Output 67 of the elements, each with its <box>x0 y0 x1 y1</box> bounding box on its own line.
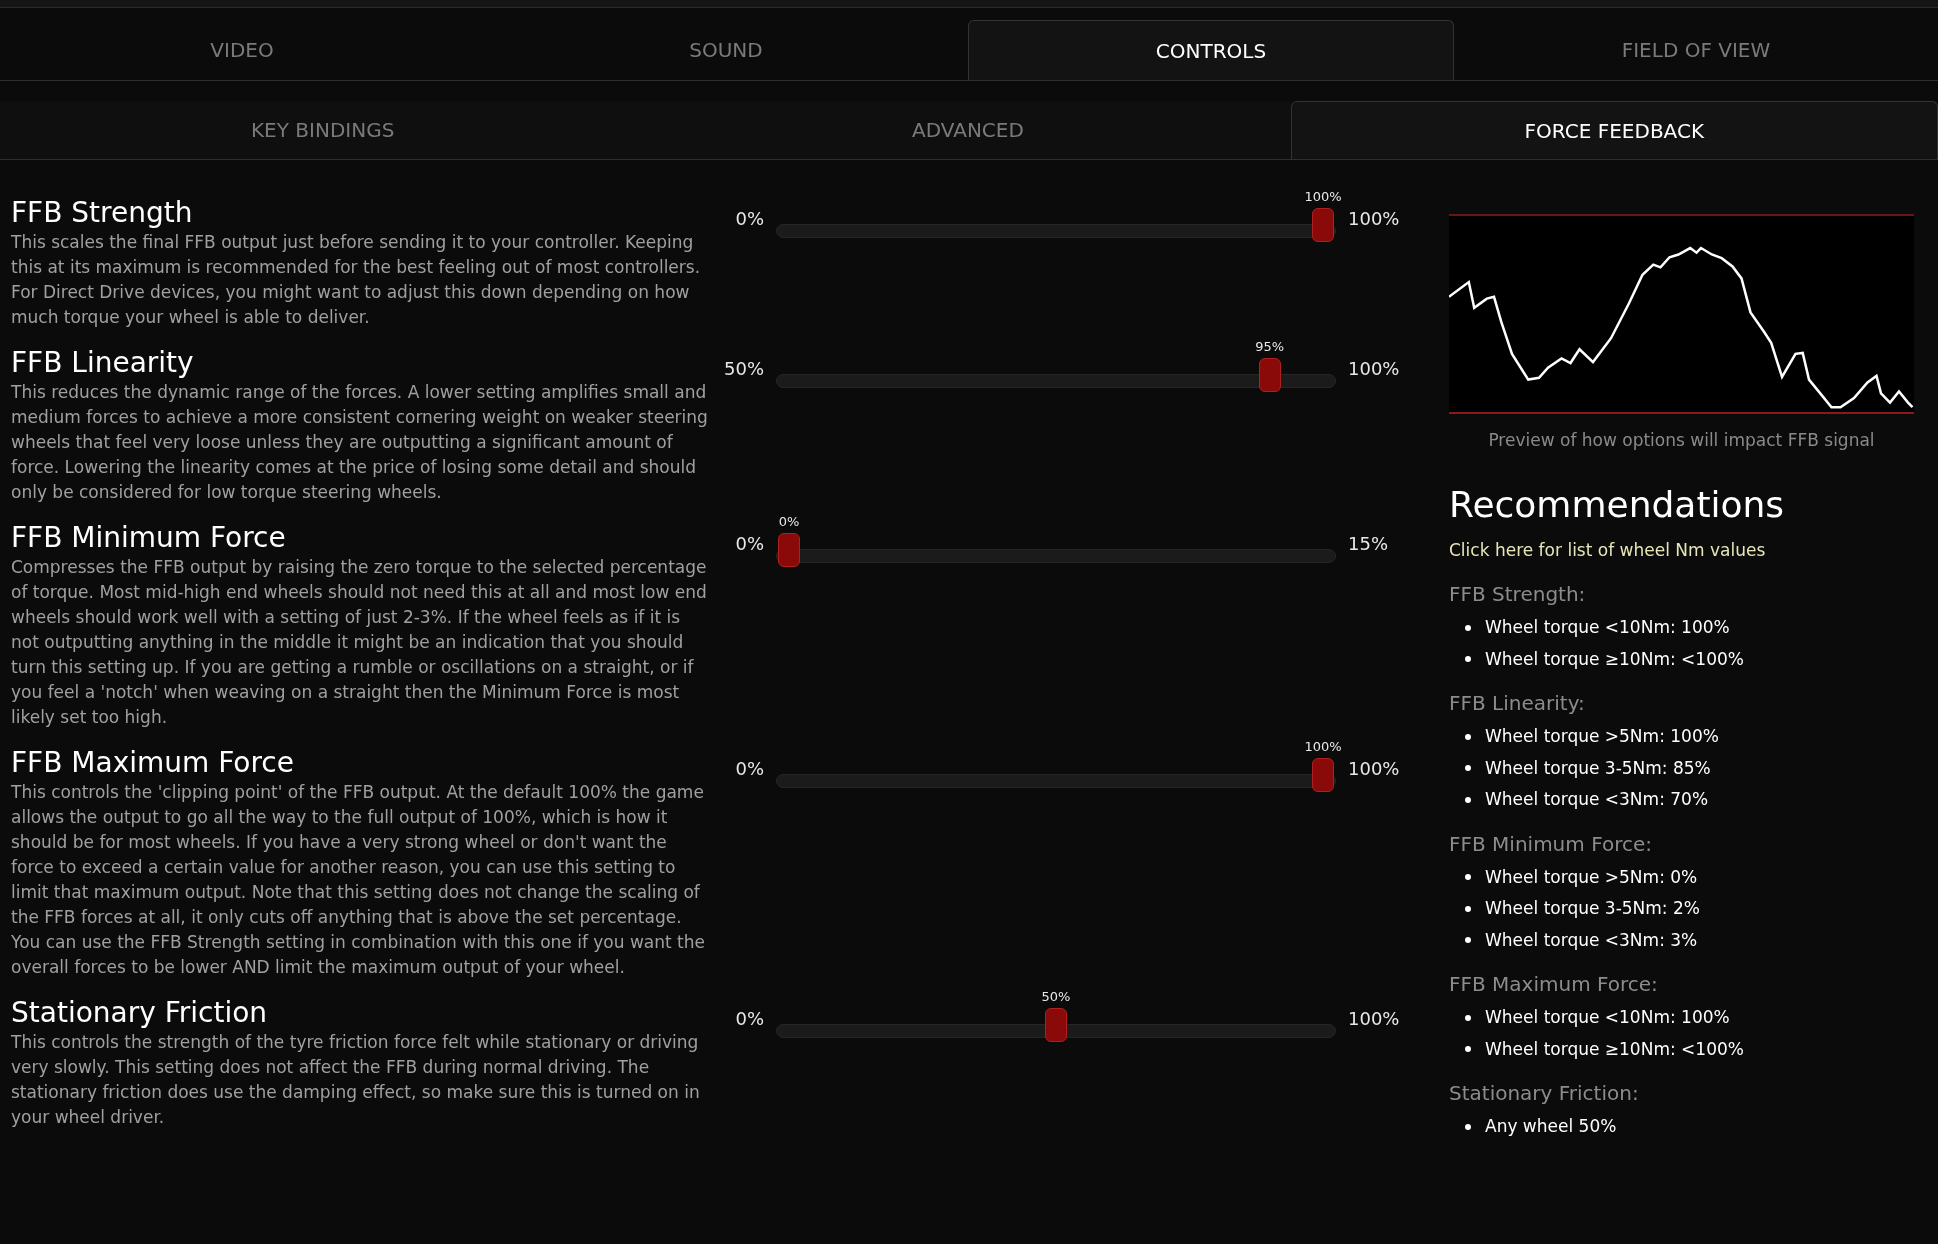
setting-description: This reduces the dynamic range of the forces. A lower setting amplifies small and medium forces to achieve a more consistent cornering weight on weaker steering wheels that feel very loose unless they are outputting a significant amount of force. Lowering the linearity comes at the price of losing some detail and should only be considered for low torque steering wheels. <box>11 381 709 504</box>
setting-title: Stationary Friction <box>11 996 269 1030</box>
recommendations-title: Recommendations <box>1449 482 1786 527</box>
bullet-icon <box>1465 1123 1471 1130</box>
bullet-icon <box>1465 937 1471 944</box>
slider-value: 100% <box>1304 188 1342 206</box>
recommendation-heading: FFB Minimum Force: <box>1449 830 1653 858</box>
slider-thumb[interactable] <box>1312 758 1334 792</box>
recommendation-heading: FFB Linearity: <box>1449 690 1586 717</box>
recommendation-item: Wheel torque <10Nm: 100% <box>1485 1006 1730 1029</box>
recommendation-item: Wheel torque >5Nm: 100% <box>1485 725 1719 748</box>
bullet-icon <box>1465 1014 1471 1021</box>
slider-thumb[interactable] <box>778 533 800 567</box>
bullet-icon <box>1465 624 1471 631</box>
recommendation-item: Wheel torque <3Nm: 70% <box>1485 788 1709 811</box>
sub-tab[interactable]: ADVANCED <box>645 101 1291 159</box>
setting-title: FFB Minimum Force <box>11 521 287 555</box>
slider-max-label: 15% <box>1348 531 1389 556</box>
bullet-icon <box>1465 656 1471 663</box>
bullet-icon <box>1465 874 1471 881</box>
setting-description: This controls the 'clipping point' of the FFB output. At the default 100% the game allows the output to go all the way to the full output of 100%, which is how it should be for most wheels. If you have a very strong wheel or don't want the force to exceed a certain value for another reason, you can use this setting to limit that maximum output. Note that this setting does not change the scaling of the FFB forces at all, it only cuts off anything that is above the set percentage. You can use the FFB Strength setting in combination with this one if you want the overall forces to be lower AND limit the maximum output of your wheel. <box>11 781 706 979</box>
setting-title: FFB Linearity <box>11 346 195 380</box>
setting-title: FFB Maximum Force <box>11 746 295 780</box>
graph-caption: Preview of how options will impact FFB signal <box>1487 429 1876 452</box>
slider-thumb[interactable] <box>1045 1008 1067 1042</box>
main-tab[interactable]: CONTROLS <box>968 20 1454 80</box>
recommendation-item: Wheel torque ≥10Nm: <100% <box>1485 647 1744 671</box>
wheel-values-link[interactable]: Click here for list of wheel Nm values <box>1449 537 1914 563</box>
bullet-icon <box>1465 765 1471 772</box>
main-tab[interactable]: SOUND <box>484 20 968 80</box>
setting-description: This controls the strength of the tyre friction force felt while stationary or driving very slowly. This setting does not affect the FFB during normal driving. The stationary friction does use the damping effect, so make sure this is turned on in your wheel driver. <box>11 1031 701 1129</box>
slider-value: 95% <box>1255 338 1285 356</box>
main-tab[interactable]: VIDEO <box>0 20 484 80</box>
slider-max-label: 100% <box>1348 756 1400 781</box>
slider-max-label: 100% <box>1348 1006 1400 1031</box>
slider-min-label: 0% <box>734 206 764 231</box>
slider-thumb[interactable] <box>1312 208 1334 242</box>
slider-min-label: 50% <box>723 356 764 381</box>
recommendation-item: Wheel torque <3Nm: 3% <box>1485 928 1698 952</box>
setting-title: FFB Strength <box>11 196 194 230</box>
slider-thumb[interactable] <box>1258 358 1281 392</box>
recommendation-heading: FFB Strength: <box>1449 581 1587 608</box>
recommendation-item: Any wheel 50% <box>1485 1115 1617 1138</box>
recommendation-heading: FFB Maximum Force: <box>1449 971 1659 998</box>
setting-description: Compresses the FFB output by raising the zero torque to the selected percentage of torque. Most mid-high end wheels should not need this at all and most low end wheels should work well with a setting of just 2-3%. If the wheel feels as if it is not outputting anything in the middle it might be an indication that you should turn this setting up. If you are getting a rumble or oscillations on a straight, or if you feel a 'notch' when weaving on a straight then the Minimum Force is most likely set too high. <box>11 556 708 729</box>
slider-min-label: 0% <box>734 531 764 556</box>
slider-min-label: 0% <box>734 1006 764 1031</box>
sub-tab[interactable]: FORCE FEEDBACK <box>1290 101 1938 159</box>
sub-tab[interactable]: KEY BINDINGS <box>0 101 646 159</box>
setting-description: This scales the final FFB output just before sending it to your controller. Keeping this at its maximum is recommended for the best feeling out of most controllers. For Direct Drive devices, you might want to adjust this down depending on how much torque your wheel is able to deliver. <box>11 231 702 329</box>
slider-value: 100% <box>1304 738 1342 756</box>
slider-value: 0% <box>778 513 800 531</box>
recommendation-item: Wheel torque 3-5Nm: 85% <box>1485 756 1711 780</box>
recommendation-item: Wheel torque 3-5Nm: 2% <box>1485 897 1700 920</box>
recommendation-item: Wheel torque ≥10Nm: <100% <box>1485 1037 1744 1061</box>
slider-max-label: 100% <box>1348 356 1400 381</box>
main-tab[interactable]: FIELD OF VIEW <box>1454 20 1938 80</box>
slider-min-label: 0% <box>734 756 764 781</box>
recommendation-item: Wheel torque >5Nm: 0% <box>1485 865 1698 889</box>
bullet-icon <box>1465 733 1471 740</box>
slider-max-label: 100% <box>1348 206 1400 231</box>
recommendation-heading: Stationary Friction: <box>1449 1080 1640 1107</box>
bullet-icon <box>1465 905 1471 912</box>
recommendation-item: Wheel torque <10Nm: 100% <box>1485 616 1730 639</box>
bullet-icon <box>1465 796 1471 803</box>
slider-value: 50% <box>1041 988 1071 1006</box>
bullet-icon <box>1465 1046 1471 1053</box>
